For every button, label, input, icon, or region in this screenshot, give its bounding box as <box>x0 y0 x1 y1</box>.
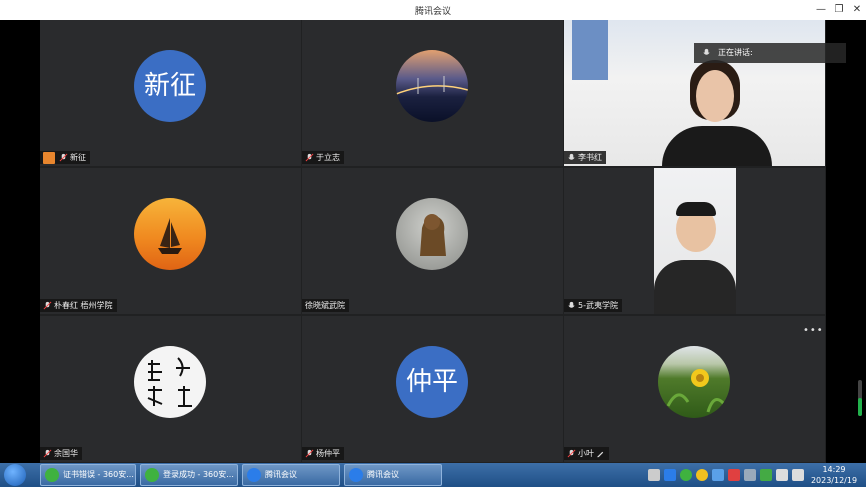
taskbar-item-tencent-meeting-2[interactable]: 腾讯会议 <box>344 464 442 486</box>
participant-name: 余国华 <box>54 449 78 458</box>
alert-icon[interactable] <box>728 469 740 481</box>
name-tag: 朴春红 梧州学院 <box>40 299 117 312</box>
mic-muted-icon <box>59 153 68 162</box>
name-tag: 余国华 <box>40 447 82 460</box>
taskbar: 证书错误 - 360安... 登录成功 - 360安... 腾讯会议 腾讯会议 <box>0 463 866 487</box>
video-grid: 新征 新征 于立志 李书红 朴春红 梧州学院 徐晓斌武院 5-武夷学院 余国华 … <box>40 20 826 463</box>
participant-name: 新征 <box>70 153 86 162</box>
mic-icon <box>568 301 575 308</box>
network-icon[interactable] <box>776 469 788 481</box>
name-tag: 5-武夷学院 <box>564 299 622 312</box>
clock-date: 2023/12/19 <box>810 476 858 485</box>
security-tray-icon[interactable] <box>696 469 708 481</box>
participant-name: 李书红 <box>578 153 602 162</box>
bridge-photo-avatar <box>396 50 468 122</box>
360-tray-icon[interactable] <box>680 469 692 481</box>
title-bar: 腾讯会议 — ❐ ✕ <box>0 0 866 20</box>
volume-level-bar <box>858 380 862 416</box>
name-tag: 李书红 <box>564 151 606 164</box>
wechat-tray-icon[interactable] <box>760 469 772 481</box>
participant-tile[interactable]: 于立志 <box>302 20 563 166</box>
input-method-icon[interactable] <box>744 469 756 481</box>
mic-muted-icon <box>567 449 576 458</box>
tencent-meeting-icon <box>349 468 363 482</box>
tencent-meeting-tray-icon[interactable] <box>664 469 676 481</box>
clock-time: 14:29 <box>822 465 846 474</box>
participant-name: 小叶 <box>578 449 594 458</box>
calligraphy-photo-avatar <box>134 346 206 418</box>
360-browser-icon <box>45 468 59 482</box>
participant-tile[interactable]: 徐晓斌武院 <box>302 168 563 314</box>
360-browser-icon <box>145 468 159 482</box>
mic-muted-icon <box>305 153 314 162</box>
participant-tile[interactable]: 朴春红 梧州学院 <box>40 168 301 314</box>
participant-tile[interactable]: 5-武夷学院 <box>564 168 825 314</box>
window-title: 腾讯会议 <box>414 7 451 17</box>
name-tag: 新征 <box>40 151 90 164</box>
participant-tile[interactable]: 仲平 杨仲平 <box>302 316 563 462</box>
keyboard-icon[interactable] <box>648 469 660 481</box>
more-options-icon[interactable]: ••• <box>803 325 824 336</box>
maximize-button[interactable]: ❐ <box>830 2 848 18</box>
mic-icon <box>703 48 710 55</box>
bluetooth-icon[interactable] <box>712 469 724 481</box>
host-icon <box>43 151 55 164</box>
system-tray <box>648 467 804 483</box>
name-tag: 杨仲平 <box>302 447 344 460</box>
mic-muted-icon <box>43 301 52 310</box>
participant-name: 杨仲平 <box>316 449 340 458</box>
tencent-meeting-icon <box>247 468 261 482</box>
mic-muted-icon <box>43 449 52 458</box>
windows-start-icon[interactable] <box>4 464 26 486</box>
pencil-icon <box>596 451 604 458</box>
taskbar-item-tencent-meeting-1[interactable]: 腾讯会议 <box>242 464 340 486</box>
participant-name: 朴春红 梧州学院 <box>54 301 113 310</box>
lion-statue-photo-avatar <box>396 198 468 270</box>
participant-tile[interactable]: 新征 新征 <box>40 20 301 166</box>
flower-photo-avatar <box>658 346 730 418</box>
participant-tile-active[interactable]: 李书红 <box>564 20 825 166</box>
close-button[interactable]: ✕ <box>848 2 866 18</box>
sailboat-photo-avatar <box>134 198 206 270</box>
name-tag: 徐晓斌武院 <box>302 299 349 312</box>
video-feed <box>654 168 736 314</box>
participant-name: 于立志 <box>316 153 340 162</box>
avatar: 新征 <box>134 50 206 122</box>
speaking-label: 正在讲话: <box>718 48 753 57</box>
taskbar-item-360-browser-1[interactable]: 证书错误 - 360安... <box>40 464 136 486</box>
clock[interactable]: 14:29 2023/12/19 <box>806 464 862 486</box>
participant-tile[interactable]: 小叶 <box>564 316 825 462</box>
participant-tile[interactable]: 余国华 <box>40 316 301 462</box>
name-tag: 于立志 <box>302 151 344 164</box>
video-feed <box>564 20 825 166</box>
volume-icon[interactable] <box>792 469 804 481</box>
participant-name: 徐晓斌武院 <box>305 301 345 310</box>
taskbar-item-360-browser-2[interactable]: 登录成功 - 360安... <box>140 464 238 486</box>
avatar: 仲平 <box>396 346 468 418</box>
mic-muted-icon <box>305 449 314 458</box>
mic-icon <box>568 153 575 160</box>
minimize-button[interactable]: — <box>812 2 830 18</box>
speaking-indicator: 正在讲话: <box>694 43 846 63</box>
participant-name: 5-武夷学院 <box>578 301 618 310</box>
name-tag: 小叶 <box>564 447 609 460</box>
meeting-window: 腾讯会议 — ❐ ✕ 新征 新征 于立志 李书红 朴春红 梧州学院 徐晓斌武院 … <box>0 0 866 487</box>
